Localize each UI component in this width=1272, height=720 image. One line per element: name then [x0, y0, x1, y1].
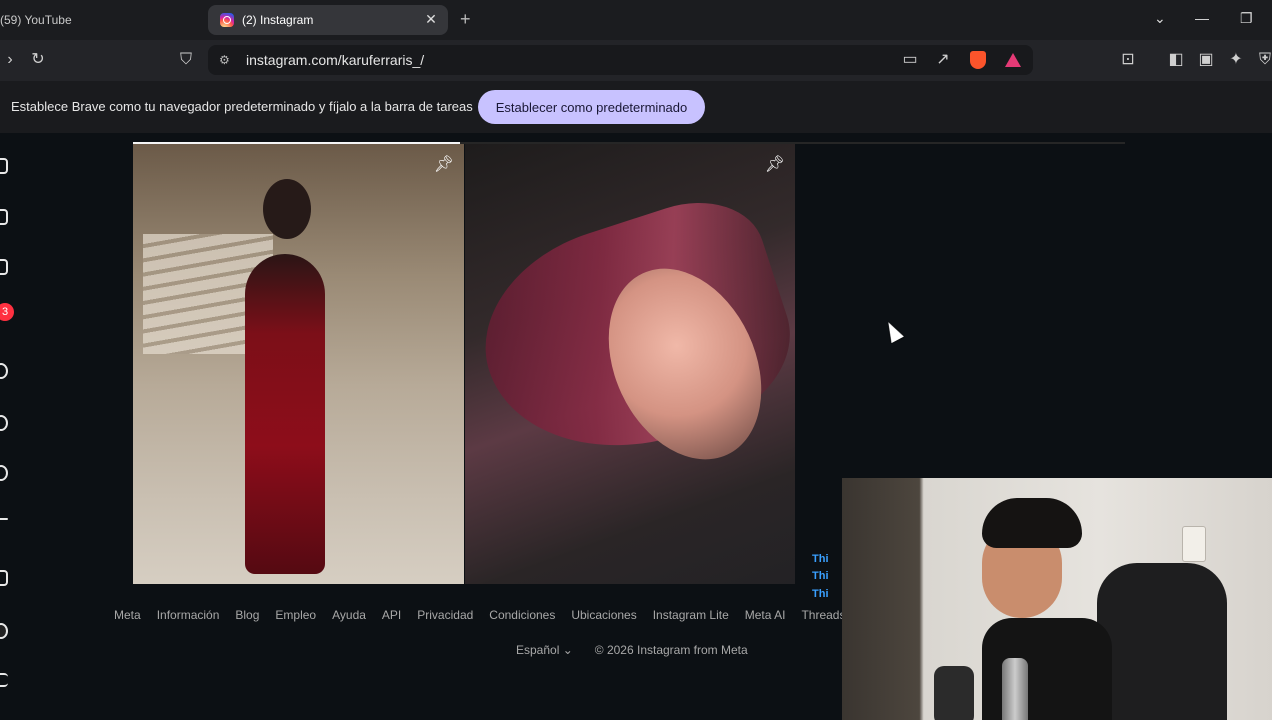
share-icon[interactable]: ↗ [933, 50, 953, 70]
wallet-icon[interactable]: ▣ [1196, 50, 1216, 70]
copyright-text: © 2026 Instagram from Meta [594, 643, 748, 657]
overlay-tag: Thi [812, 553, 829, 565]
explore-icon[interactable] [0, 415, 8, 431]
new-tab-button[interactable]: + [460, 9, 471, 30]
home-icon[interactable] [0, 209, 8, 225]
post-thumbnail-1[interactable]: 📌︎ [133, 144, 464, 584]
footer-link[interactable]: Condiciones [489, 608, 555, 622]
chevron-down-icon: ⌄ [562, 643, 573, 657]
restore-icon[interactable]: ❐ [1240, 10, 1253, 27]
leo-ai-icon[interactable]: ✦ [1226, 50, 1246, 70]
pin-icon: 📌︎ [764, 156, 785, 173]
mouse-cursor-icon [882, 318, 904, 344]
footer-link[interactable]: API [382, 608, 401, 622]
post-thumbnail-2[interactable]: 📌︎ [465, 144, 795, 584]
address-bar[interactable]: ⚙ instagram.com/karuferraris_/ ▭ ↗ [208, 45, 1033, 75]
footer-links: Meta Información Blog Empleo Ayuda API P… [114, 608, 861, 622]
minimize-icon[interactable]: — [1195, 10, 1209, 26]
footer-link[interactable]: Ubicaciones [571, 608, 636, 622]
browser-toolbar: › ↻ ⛉ ⚙ instagram.com/karuferraris_/ ▭ ↗… [0, 40, 1272, 81]
footer-link[interactable]: Blog [235, 608, 259, 622]
default-browser-infobar: Establece Brave como tu navegador predet… [0, 81, 1272, 133]
footer-bottom: Español ⌄ © 2026 Instagram from Meta [516, 643, 748, 657]
bottle-graphic [1002, 658, 1028, 720]
infobar-message: Establece Brave como tu navegador predet… [11, 99, 473, 114]
instagram-logo-icon[interactable] [0, 158, 8, 174]
screen: (59) YouTube (2) Instagram ✕ + ⌄ — ❐ › ↻… [0, 0, 1272, 720]
overlay-tag: Thi [812, 588, 829, 600]
person-head-graphic [263, 179, 311, 239]
chair-graphic [1097, 563, 1227, 720]
language-select[interactable]: Español ⌄ [516, 643, 573, 657]
reels-icon[interactable] [0, 259, 8, 275]
reload-icon[interactable]: ↻ [28, 50, 48, 70]
url-text[interactable]: instagram.com/karuferraris_/ [246, 52, 424, 68]
tab-search-icon[interactable]: ⌄ [1154, 10, 1166, 27]
tab-label: (59) YouTube [0, 13, 72, 27]
overlay-tag: Thi [812, 570, 829, 582]
messages-icon[interactable] [0, 465, 8, 481]
footer-link[interactable]: Meta AI [745, 608, 786, 622]
tab-instagram[interactable]: (2) Instagram ✕ [208, 5, 448, 35]
browser-tab-bar: (59) YouTube (2) Instagram ✕ + ⌄ — ❐ [0, 0, 1272, 40]
footer-link[interactable]: Ayuda [332, 608, 366, 622]
tab-label: (2) Instagram [242, 13, 314, 27]
footer-link[interactable]: Instagram Lite [653, 608, 729, 622]
footer-link[interactable]: Empleo [275, 608, 316, 622]
footer-link[interactable]: Threads [801, 608, 845, 622]
notification-badge: 3 [0, 303, 14, 321]
microphone-graphic [934, 666, 974, 720]
webcam-overlay [842, 478, 1272, 720]
tab-manager-icon[interactable]: ⊡ [1118, 50, 1138, 70]
red-dress-graphic [245, 254, 325, 574]
footer-link[interactable]: Información [157, 608, 220, 622]
footer-link[interactable]: Meta [114, 608, 141, 622]
sidebar-toggle-icon[interactable]: ◧ [1166, 50, 1186, 70]
close-tab-button[interactable]: ✕ [422, 11, 440, 28]
bookmark-icon[interactable]: ⛉ [176, 50, 196, 70]
vpn-icon[interactable]: ⛨ [1255, 50, 1272, 70]
brave-shields-icon[interactable] [970, 51, 986, 69]
tab-youtube[interactable]: (59) YouTube [0, 5, 200, 35]
instagram-sidebar: 3 [0, 133, 20, 720]
notifications-icon[interactable] [0, 518, 8, 520]
more-menu-icon[interactable] [0, 673, 8, 687]
cast-icon[interactable]: ▭ [900, 50, 920, 70]
wall-socket-graphic [1182, 526, 1206, 562]
pin-icon: 📌︎ [433, 156, 454, 173]
forward-icon[interactable]: › [0, 50, 20, 70]
site-settings-icon[interactable]: ⚙ [219, 53, 230, 67]
search-icon[interactable] [0, 363, 8, 379]
instagram-icon [220, 13, 234, 27]
profile-icon[interactable] [0, 623, 8, 639]
create-icon[interactable] [0, 570, 8, 586]
footer-link[interactable]: Privacidad [417, 608, 473, 622]
set-default-button[interactable]: Establecer como predeterminado [478, 90, 705, 124]
brave-rewards-icon[interactable] [1005, 53, 1021, 67]
language-label: Español [516, 643, 560, 657]
streamer-hair-graphic [982, 498, 1082, 548]
